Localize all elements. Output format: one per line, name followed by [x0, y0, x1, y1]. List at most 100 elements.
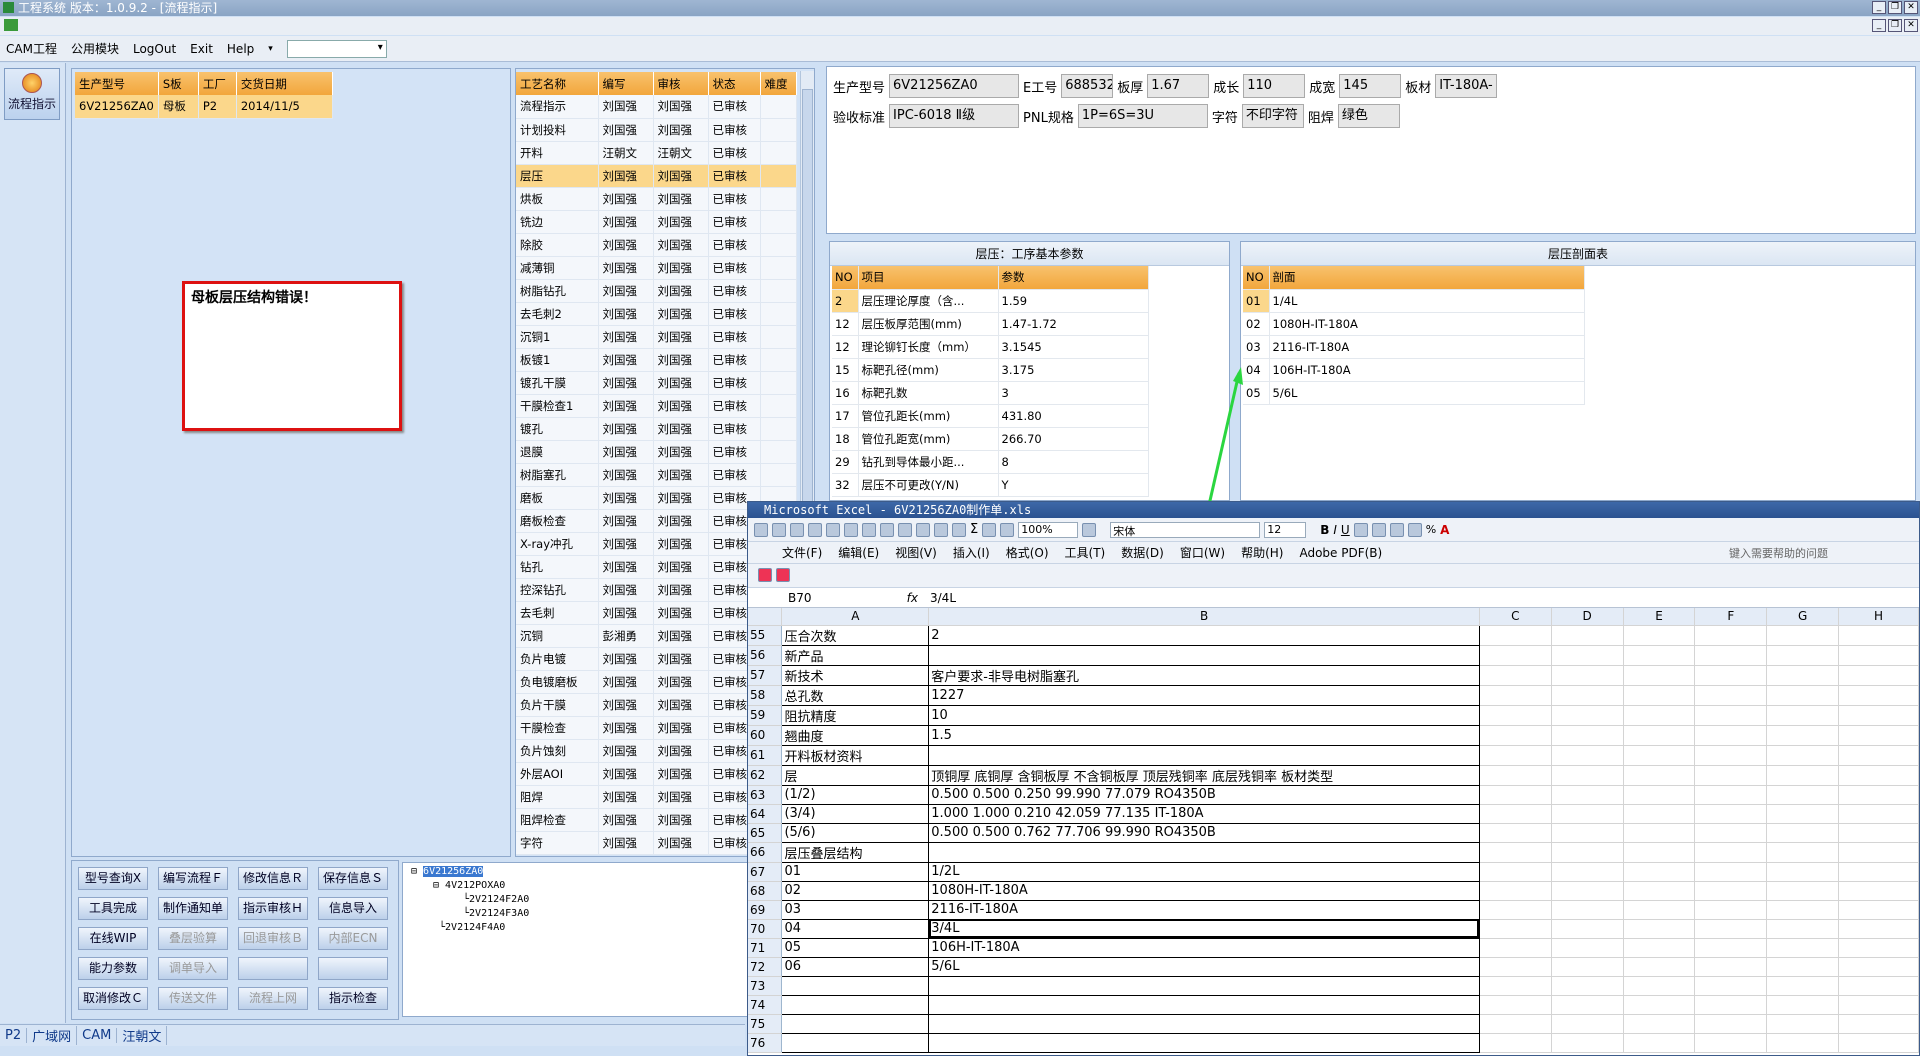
sheet-cell[interactable]: 0.500 0.500 0.250 99.990 77.079 RO4350B — [928, 785, 1480, 805]
sheet-cell[interactable] — [1766, 1033, 1840, 1053]
column-header[interactable]: A — [781, 608, 930, 626]
merge-icon[interactable] — [1407, 522, 1422, 537]
sheet-cell[interactable] — [1551, 725, 1624, 746]
section-header[interactable]: 剖面 — [1269, 266, 1585, 290]
sheet-cell[interactable] — [1694, 842, 1768, 863]
sheet-cell[interactable] — [1838, 725, 1919, 746]
sheet-cell[interactable] — [1623, 919, 1696, 939]
section-row[interactable]: 05 5/6L — [1243, 381, 1585, 405]
row-header[interactable]: 58 — [748, 685, 783, 706]
sheet-cell[interactable]: (5/6) — [781, 823, 930, 843]
sheet-cell[interactable] — [1551, 705, 1624, 726]
sheet-cell[interactable] — [1694, 938, 1768, 958]
sheet-cell[interactable]: 5/6L — [928, 957, 1480, 977]
status-factory[interactable]: P2 — [0, 1028, 28, 1043]
sum-icon[interactable]: Σ — [970, 522, 978, 537]
action-button[interactable]: 信息导入 — [318, 897, 388, 920]
sheet-cell[interactable] — [1551, 919, 1624, 939]
params-header[interactable]: NO — [832, 266, 859, 290]
sheet-cell[interactable] — [1766, 625, 1840, 646]
sheet-cell[interactable] — [1551, 842, 1624, 863]
save-icon[interactable] — [790, 522, 804, 537]
sheet-cell[interactable] — [1694, 1033, 1768, 1053]
excel-menu-item[interactable]: 编辑(E) — [838, 544, 879, 561]
params-row[interactable]: 32 层压不可更改(Y/N) Y — [832, 473, 1149, 497]
undo-icon[interactable] — [934, 522, 948, 537]
process-row[interactable]: 烘板 刘国强 刘国强 已审核 — [516, 187, 797, 211]
row-header[interactable]: 71 — [748, 938, 783, 958]
process-header[interactable]: 编写 — [598, 72, 654, 95]
sheet-cell[interactable] — [1551, 804, 1624, 824]
action-button[interactable]: 传送文件 — [158, 987, 228, 1010]
sheet-cell[interactable]: 层压叠层结构 — [781, 842, 930, 863]
tree-leaf[interactable]: └2V2124F4A0 — [439, 922, 505, 933]
sheet-cell[interactable]: 1.5 — [928, 725, 1480, 746]
sheet-cell[interactable] — [1551, 1033, 1624, 1053]
sheet-cell[interactable]: 1080H-IT-180A — [928, 881, 1480, 901]
sheet-cell[interactable] — [1766, 938, 1840, 958]
sheet-cell[interactable]: 客户要求-非导电树脂塞孔 — [928, 665, 1480, 686]
open-icon[interactable] — [772, 522, 786, 537]
column-header[interactable]: G — [1766, 608, 1840, 626]
sheet-cell[interactable] — [1479, 881, 1552, 901]
sheet-cell[interactable] — [1694, 725, 1768, 746]
sheet-cell[interactable] — [781, 976, 930, 996]
sheet-cell[interactable] — [1838, 645, 1919, 666]
align-center-icon[interactable] — [1371, 522, 1386, 537]
sheet-cell[interactable] — [1623, 765, 1696, 786]
action-button[interactable]: 工具完成 — [78, 897, 148, 920]
sheet-cell[interactable] — [1479, 765, 1552, 786]
process-row[interactable]: 减薄铜 刘国强 刘国强 已审核 — [516, 256, 797, 280]
pdf-icon[interactable] — [808, 522, 822, 537]
sheet-cell[interactable] — [1766, 1014, 1840, 1034]
row-header[interactable]: 61 — [748, 745, 783, 766]
sheet-cell[interactable]: 翘曲度 — [781, 725, 930, 746]
sheet-cell[interactable] — [1479, 823, 1552, 843]
excel-menu-item[interactable]: 帮助(H) — [1241, 544, 1283, 561]
action-button[interactable]: 在线WIP — [78, 927, 148, 950]
menu-help[interactable]: Help — [227, 42, 254, 56]
sheet-cell[interactable] — [1623, 900, 1696, 920]
paste-icon[interactable] — [916, 522, 930, 537]
action-button[interactable]: 取消修改Ｃ — [78, 987, 148, 1010]
sheet-cell[interactable] — [1551, 625, 1624, 646]
tree-root[interactable]: ⊟ 6V21256ZA0 — [411, 866, 484, 877]
sheet-cell[interactable] — [1838, 705, 1919, 726]
sheet-cell[interactable] — [1838, 842, 1919, 863]
sheet-cell[interactable] — [1838, 745, 1919, 766]
sheet-cell[interactable] — [1623, 745, 1696, 766]
process-row[interactable]: 板镀1 刘国强 刘国强 已审核 — [516, 348, 797, 372]
percent-icon[interactable]: % — [1426, 523, 1436, 536]
sheet-cell[interactable]: 06 — [781, 957, 930, 977]
process-row[interactable]: 层压 刘国强 刘国强 已审核 — [516, 164, 797, 188]
excel-menu-item[interactable]: 插入(I) — [953, 544, 990, 561]
process-row[interactable]: 除胶 刘国强 刘国强 已审核 — [516, 233, 797, 257]
sheet-cell[interactable] — [1838, 785, 1919, 805]
sheet-cell[interactable]: 2 — [928, 625, 1480, 646]
sheet-cell[interactable]: 1/2L — [928, 862, 1480, 882]
process-header[interactable]: 工艺名称 — [516, 72, 599, 95]
menu-cam[interactable]: CAM工程 — [6, 40, 57, 57]
sheet-cell[interactable] — [1623, 705, 1696, 726]
sheet-cell[interactable] — [1766, 919, 1840, 939]
sheet-cell[interactable]: 1.000 1.000 0.210 42.059 77.135 IT-180A — [928, 804, 1480, 824]
section-row[interactable]: 04 106H-IT-180A — [1243, 358, 1585, 382]
sheet-cell[interactable] — [1623, 645, 1696, 666]
sheet-cell[interactable] — [1766, 823, 1840, 843]
process-row[interactable]: 树脂塞孔 刘国强 刘国强 已审核 — [516, 463, 797, 487]
order-row[interactable]: 6V21256ZA0 母板 P2 2014/11/5 — [75, 95, 333, 119]
sheet-cell[interactable] — [1766, 842, 1840, 863]
process-row[interactable]: 镀孔 刘国强 刘国强 已审核 — [516, 417, 797, 441]
sheet-cell[interactable] — [1551, 685, 1624, 706]
sheet-cell[interactable] — [1766, 685, 1840, 706]
row-header[interactable]: 65 — [748, 823, 783, 843]
sheet-cell[interactable] — [1838, 938, 1919, 958]
params-row[interactable]: 15 标靶孔径(mm) 3.175 — [832, 358, 1149, 382]
align-right-icon[interactable] — [1389, 522, 1404, 537]
params-row[interactable]: 18 管位孔距宽(mm) 266.70 — [832, 427, 1149, 451]
sheet-cell[interactable] — [1623, 995, 1696, 1015]
sheet-cell[interactable] — [1623, 881, 1696, 901]
sheet-cell[interactable]: 层 — [781, 765, 930, 786]
excel-menu-item[interactable]: 数据(D) — [1121, 544, 1164, 561]
sheet-cell[interactable] — [1623, 785, 1696, 805]
